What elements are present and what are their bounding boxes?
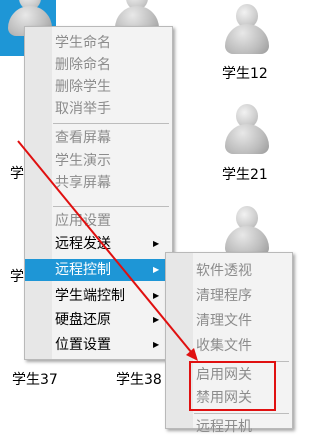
student-label[interactable]: 学生21 xyxy=(222,164,268,184)
student-label[interactable]: 学生37 xyxy=(12,369,58,389)
submenu-arrow-icon: ▶ xyxy=(153,340,160,349)
student-label[interactable]: 学生12 xyxy=(222,63,268,83)
menu-item-delete-name[interactable]: 删除命名 xyxy=(25,54,172,76)
submenu-arrow-icon: ▶ xyxy=(153,315,160,324)
student-avatar-icon[interactable] xyxy=(225,4,269,56)
menu-item-app-settings[interactable]: 应用设置 xyxy=(25,210,172,232)
menu-item-cancel-hand-raise[interactable]: 取消举手 xyxy=(25,98,172,120)
submenu-item-clean-programs[interactable]: 清理程序 xyxy=(166,285,292,307)
menu-separator xyxy=(53,206,169,207)
menu-item-rename-student[interactable]: 学生命名 xyxy=(25,32,172,54)
submenu-item-remote-wake[interactable]: 远程开机 xyxy=(166,416,292,438)
context-menu: 学生命名 删除命名 删除学生 取消举手 查看屏幕 学生演示 共享屏幕 应用设置 … xyxy=(24,26,173,360)
student-label-partial: 学 xyxy=(10,65,24,81)
menu-item-remote-send[interactable]: 远程发送 ▶ xyxy=(25,233,172,255)
submenu-item-clean-files[interactable]: 清理文件 xyxy=(166,310,292,332)
submenu-arrow-icon: ▶ xyxy=(153,291,160,300)
menu-item-student-demo[interactable]: 学生演示 xyxy=(25,150,172,172)
submenu-item-software-view[interactable]: 软件透视 xyxy=(166,260,292,282)
menu-item-student-client-control[interactable]: 学生端控制 ▶ xyxy=(25,285,172,307)
menu-separator xyxy=(53,123,169,124)
menu-item-share-screen[interactable]: 共享屏幕 xyxy=(25,172,172,194)
menu-item-delete-student[interactable]: 删除学生 xyxy=(25,76,172,98)
submenu-item-collect-files[interactable]: 收集文件 xyxy=(166,335,292,357)
menu-item-disk-restore[interactable]: 硬盘还原 ▶ xyxy=(25,309,172,331)
student-label-partial: 学 xyxy=(10,166,24,182)
submenu-arrow-icon: ▶ xyxy=(153,265,160,274)
menu-item-position-settings[interactable]: 位置设置 ▶ xyxy=(25,334,172,356)
menu-item-remote-control[interactable]: 远程控制 ▶ xyxy=(25,259,172,281)
student-avatar-icon[interactable] xyxy=(225,104,269,156)
menu-separator xyxy=(194,413,289,414)
student-label-partial: 学 xyxy=(10,269,24,285)
menu-item-view-screen[interactable]: 查看屏幕 xyxy=(25,127,172,149)
annotation-highlight-box xyxy=(189,361,276,411)
submenu-arrow-icon: ▶ xyxy=(153,239,160,248)
student-label[interactable]: 学生38 xyxy=(116,369,162,389)
student-avatar-icon[interactable] xyxy=(225,206,269,258)
